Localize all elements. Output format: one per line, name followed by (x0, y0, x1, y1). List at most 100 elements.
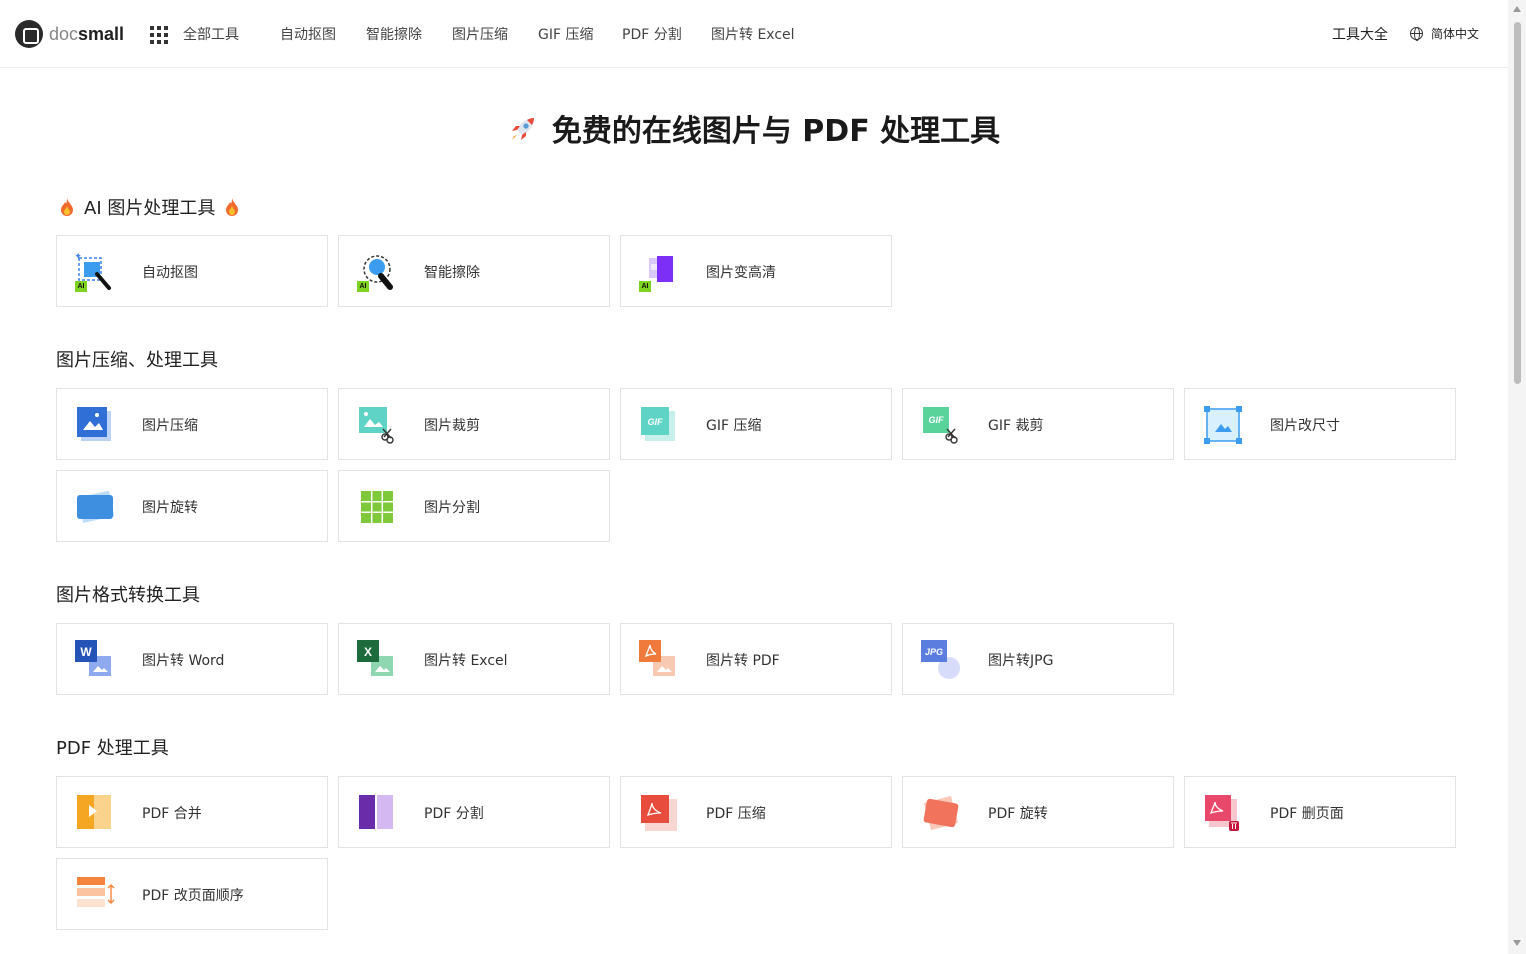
section-title-format-conversion-text: 图片格式转换工具 (56, 585, 200, 606)
tool-card-label: GIF 压缩 (706, 418, 762, 434)
ai-badge: AI (75, 281, 87, 292)
tools-all-link[interactable]: 工具大全 (1332, 24, 1388, 44)
tool-card-label: PDF 改页面顺序 (142, 888, 244, 904)
section-title-image-tools-text: 图片压缩、处理工具 (56, 350, 218, 371)
section-title-format-conversion: 图片格式转换工具 (56, 581, 200, 607)
tool-card-image-resize[interactable]: 图片改尺寸 (1184, 388, 1456, 460)
nav-item-auto-cutout[interactable]: 自动抠图 (280, 24, 336, 44)
pdf-icon (639, 640, 679, 680)
pdf-merge-icon (75, 793, 115, 833)
pdf-split-icon (357, 793, 397, 833)
pdf-compress-icon (639, 793, 679, 833)
language-label: 简体中文 (1431, 27, 1480, 41)
language-switcher[interactable]: 简体中文 (1410, 25, 1479, 42)
tool-card-pdf-delete-pages[interactable]: PDF 删页面 (1184, 776, 1456, 848)
tool-card-gif-crop[interactable]: GIF GIF 裁剪 (902, 388, 1174, 460)
gif-compress-icon: GIF (639, 405, 679, 445)
nav-all-tools[interactable]: 全部工具 (183, 24, 239, 44)
image-split-icon (357, 487, 397, 527)
tool-card-label: PDF 分割 (424, 806, 484, 822)
tool-card-pdf-reorder-pages[interactable]: PDF 改页面顺序 (56, 858, 328, 930)
tool-card-label: 图片转 Excel (424, 653, 508, 669)
tool-card-pdf-rotate[interactable]: PDF 旋转 (902, 776, 1174, 848)
excel-badge-text: X (364, 645, 372, 659)
rocket-icon (511, 118, 534, 140)
tool-card-image-crop[interactable]: 图片裁剪 (338, 388, 610, 460)
top-nav-bar: docsmall 全部工具 自动抠图 智能擦除 图片压缩 GIF 压缩 PDF … (0, 0, 1508, 68)
tool-card-label: 智能擦除 (424, 265, 480, 281)
nav-item-pdf-split[interactable]: PDF 分割 (622, 24, 682, 44)
ai-badge: AI (357, 281, 369, 292)
tool-card-image-upscale[interactable]: AI 图片变高清 (620, 235, 892, 307)
apps-grid-icon[interactable] (150, 26, 168, 44)
tool-card-label: GIF 裁剪 (988, 418, 1044, 434)
section-title-pdf-tools: PDF 处理工具 (56, 734, 169, 760)
jpg-icon: JPG (921, 640, 961, 680)
smart-erase-icon: AI (357, 252, 397, 292)
auto-cutout-icon: AI (75, 252, 115, 292)
page-scrollbar[interactable] (1508, 0, 1526, 954)
tool-card-pdf-compress[interactable]: PDF 压缩 (620, 776, 892, 848)
tool-card-label: 图片改尺寸 (1270, 418, 1340, 434)
gif-badge-text: GIF (929, 415, 945, 425)
tool-card-label: PDF 旋转 (988, 806, 1048, 822)
page-title-text: 免费的在线图片与 PDF 处理工具 (551, 114, 1001, 149)
tool-card-smart-erase[interactable]: AI 智能擦除 (338, 235, 610, 307)
tool-card-image-to-excel[interactable]: X 图片转 Excel (338, 623, 610, 695)
logo-mark-icon (15, 20, 43, 48)
globe-icon (1410, 27, 1423, 41)
tool-card-label: 图片转JPG (988, 653, 1054, 669)
image-compress-icon (75, 405, 115, 445)
tool-card-label: 图片压缩 (142, 418, 198, 434)
section-title-pdf-tools-text: PDF 处理工具 (56, 738, 169, 759)
fire-icon (226, 198, 239, 216)
tool-card-image-to-pdf[interactable]: 图片转 PDF (620, 623, 892, 695)
pdf-reorder-pages-icon (75, 875, 115, 915)
tool-card-label: 图片分割 (424, 500, 480, 516)
nav-item-image-compress[interactable]: 图片压缩 (452, 24, 508, 44)
word-badge-text: W (80, 645, 92, 659)
tool-card-label: PDF 合并 (142, 806, 202, 822)
tool-card-label: PDF 删页面 (1270, 806, 1344, 822)
tool-card-label: 图片裁剪 (424, 418, 480, 434)
page-title: 免费的在线图片与 PDF 处理工具 (0, 106, 1508, 150)
ai-badge: AI (639, 281, 651, 292)
image-resize-icon (1203, 405, 1243, 445)
image-upscale-icon: AI (639, 252, 679, 292)
tool-card-image-to-word[interactable]: W 图片转 Word (56, 623, 328, 695)
scroll-thumb[interactable] (1514, 22, 1521, 384)
tool-card-image-split[interactable]: 图片分割 (338, 470, 610, 542)
logo[interactable]: docsmall (15, 20, 124, 48)
nav-item-gif-compress[interactable]: GIF 压缩 (538, 24, 593, 44)
tool-card-label: 图片转 PDF (706, 653, 780, 669)
section-title-ai: AI 图片处理工具 (56, 194, 239, 220)
section-title-image-tools: 图片压缩、处理工具 (56, 346, 218, 372)
excel-icon: X (357, 640, 397, 680)
scroll-down-arrow-icon[interactable] (1513, 940, 1521, 946)
tool-card-pdf-merge[interactable]: PDF 合并 (56, 776, 328, 848)
tool-card-label: 图片变高清 (706, 265, 776, 281)
logo-text-small: small (78, 23, 125, 44)
tool-card-label: 图片转 Word (142, 653, 225, 669)
image-rotate-icon (75, 487, 115, 527)
tool-card-pdf-split[interactable]: PDF 分割 (338, 776, 610, 848)
nav-item-smart-erase[interactable]: 智能擦除 (366, 24, 422, 44)
scroll-up-arrow-icon[interactable] (1513, 6, 1521, 12)
tool-card-image-rotate[interactable]: 图片旋转 (56, 470, 328, 542)
tool-card-label: 图片旋转 (142, 500, 198, 516)
logo-text-doc: doc (49, 23, 79, 44)
gif-crop-icon: GIF (921, 405, 961, 445)
fire-icon (61, 198, 73, 216)
pdf-delete-pages-icon (1203, 793, 1243, 833)
tool-card-label: PDF 压缩 (706, 806, 766, 822)
gif-badge-text: GIF (648, 417, 664, 427)
pdf-rotate-icon (921, 793, 961, 833)
tool-card-gif-compress[interactable]: GIF GIF 压缩 (620, 388, 892, 460)
jpg-badge-text: JPG (925, 647, 943, 657)
section-title-ai-text: AI 图片处理工具 (84, 198, 216, 219)
tool-card-auto-cutout[interactable]: AI 自动抠图 (56, 235, 328, 307)
tool-card-image-compress[interactable]: 图片压缩 (56, 388, 328, 460)
image-crop-icon (357, 405, 397, 445)
tool-card-image-to-jpg[interactable]: JPG 图片转JPG (902, 623, 1174, 695)
nav-item-image-to-excel[interactable]: 图片转 Excel (711, 24, 795, 44)
